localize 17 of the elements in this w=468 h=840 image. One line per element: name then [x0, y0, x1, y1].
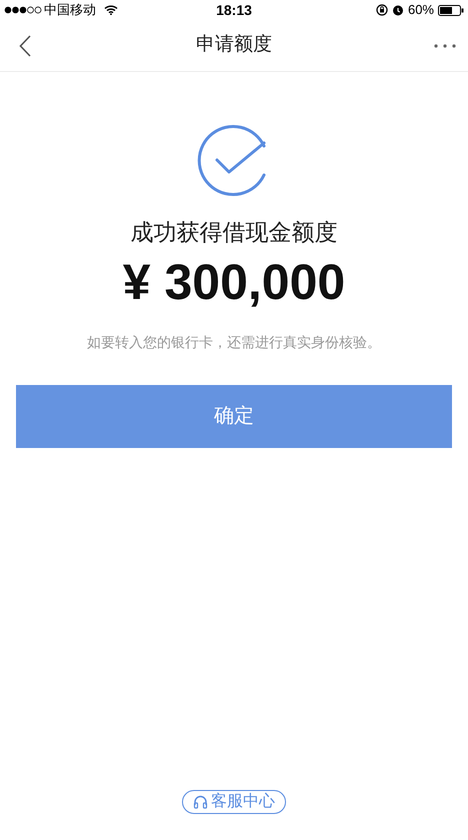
confirm-button[interactable]: 确定: [16, 384, 452, 448]
wifi-icon: [104, 5, 118, 15]
back-icon: [19, 35, 31, 57]
battery-icon: [438, 4, 464, 16]
signal-icon: [4, 6, 42, 14]
credit-amount: ¥ 300,000: [122, 252, 346, 312]
headset-icon: [193, 794, 208, 810]
alarm-icon: [392, 4, 404, 16]
success-heading: 成功获得借现金额度: [130, 218, 338, 247]
verification-note: 如要转入您的银行卡，还需进行真实身份核验。: [87, 332, 381, 352]
clock-time: 18:13: [216, 0, 252, 20]
carrier-name: 中国移动: [44, 1, 96, 20]
rotation-lock-icon: [376, 4, 388, 16]
more-icon: [434, 44, 456, 48]
battery-percentage: 60%: [408, 1, 434, 20]
customer-service-button[interactable]: 客服中心: [182, 790, 286, 814]
page-title: 申请额度: [196, 33, 272, 58]
